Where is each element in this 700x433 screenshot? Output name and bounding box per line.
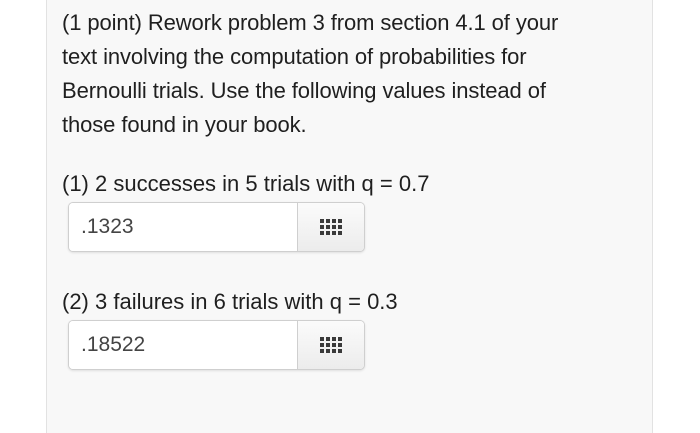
page: (1 point) Rework problem 3 from section …	[0, 0, 700, 433]
part-1-answer-input[interactable]	[69, 203, 298, 251]
problem-statement-line: Bernoulli trials. Use the following valu…	[62, 78, 546, 103]
part-2-equation-palette-button[interactable]	[298, 321, 364, 369]
part-2-label: (2) 3 failures in 6 trials with q = 0.3	[62, 289, 398, 314]
part-1-equation-palette-button[interactable]	[298, 203, 364, 251]
part-2-answer-group	[68, 320, 365, 370]
part-1-label: (1) 2 successes in 5 trials with q = 0.7	[62, 171, 430, 196]
part-1-answer-group	[68, 202, 365, 252]
equation-palette-icon	[320, 337, 342, 353]
problem-statement-line: those found in your book.	[62, 112, 307, 137]
part-2-answer-input[interactable]	[69, 321, 298, 369]
problem-statement: (1 point) Rework problem 3 from section …	[62, 6, 642, 142]
equation-palette-icon	[320, 219, 342, 235]
problem-statement-line: text involving the computation of probab…	[62, 44, 527, 69]
problem-statement-line: (1 point) Rework problem 3 from section …	[62, 10, 559, 35]
